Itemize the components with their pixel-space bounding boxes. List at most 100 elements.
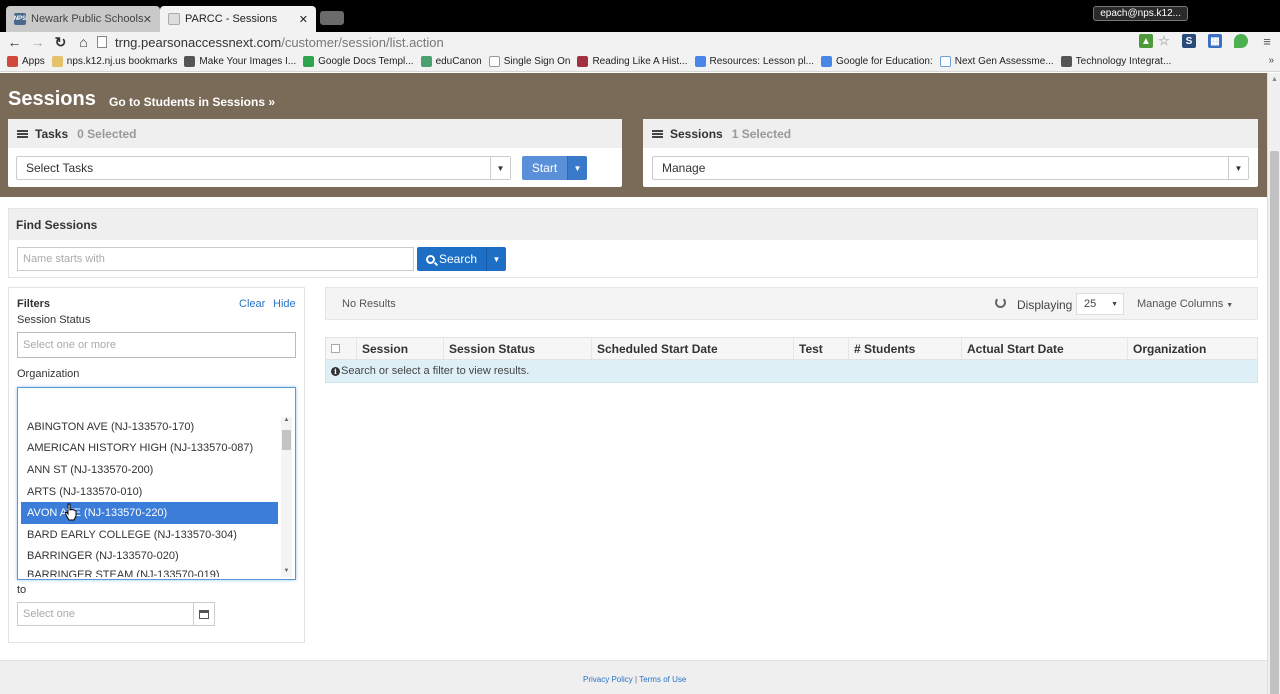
calendar-icon[interactable] bbox=[193, 603, 214, 625]
organization-option[interactable]: BARRINGER (NJ-133570-020) bbox=[21, 546, 278, 568]
organization-option[interactable]: ARTS (NJ-133570-010) bbox=[21, 481, 278, 503]
page-favicon-icon bbox=[168, 13, 180, 25]
close-tab-icon[interactable]: ✕ bbox=[299, 13, 308, 26]
column-test[interactable]: Test bbox=[794, 338, 849, 359]
manage-dropdown[interactable]: Manage ▼ bbox=[652, 156, 1249, 180]
browser-tab-newark[interactable]: NPS Newark Public Schools - N ✕ bbox=[6, 6, 160, 32]
search-button[interactable]: Search bbox=[417, 247, 486, 271]
bookmark-label: Technology Integrat... bbox=[1075, 56, 1172, 67]
panel-pointer bbox=[622, 124, 642, 131]
column-actual-start[interactable]: Actual Start Date bbox=[962, 338, 1128, 359]
address-bar[interactable]: trng.pearsonaccessnext.com/customer/sess… bbox=[97, 33, 1137, 51]
caret-down-icon: ▼ bbox=[490, 157, 510, 179]
bookmark-resources[interactable]: Resources: Lesson pl... bbox=[694, 56, 815, 67]
manage-columns-button[interactable]: Manage Columns ▼ bbox=[1137, 298, 1233, 310]
caret-down-icon: ▼ bbox=[1228, 157, 1248, 179]
date-placeholder: Select one bbox=[23, 608, 75, 620]
bookmark-google-education[interactable]: Google for Education: bbox=[821, 56, 933, 67]
browser-user-badge[interactable]: epach@nps.k12... bbox=[1093, 6, 1188, 21]
column-scheduled-start[interactable]: Scheduled Start Date bbox=[592, 338, 794, 359]
bookmark-make-images[interactable]: Make Your Images I... bbox=[184, 56, 296, 67]
bookmark-label: Next Gen Assessme... bbox=[954, 56, 1054, 67]
organization-scrollbar[interactable]: ▲ ▼ bbox=[281, 417, 292, 577]
bookmark-apps[interactable]: Apps bbox=[7, 56, 45, 67]
page-icon bbox=[97, 36, 107, 48]
refresh-icon[interactable] bbox=[995, 297, 1006, 308]
scroll-thumb[interactable] bbox=[282, 430, 291, 450]
page-scroll-thumb[interactable] bbox=[1270, 151, 1279, 694]
results-status: No Results bbox=[342, 298, 396, 310]
new-tab-button[interactable] bbox=[320, 11, 344, 25]
folder-icon bbox=[51, 56, 63, 67]
extension-calendar-icon[interactable]: ▦ bbox=[1208, 34, 1222, 48]
organization-label: Organization bbox=[17, 368, 80, 380]
scroll-down-icon[interactable]: ▼ bbox=[282, 568, 291, 577]
students-in-sessions-link[interactable]: Go to Students in Sessions » bbox=[109, 95, 275, 109]
bookmark-nps-folder[interactable]: nps.k12.nj.us bookmarks bbox=[51, 56, 177, 67]
scroll-up-icon[interactable]: ▲ bbox=[1271, 76, 1278, 83]
browser-tab-parcc[interactable]: PARCC - Sessions ✕ bbox=[160, 6, 316, 32]
organization-option[interactable]: ABINGTON AVE (NJ-133570-170) bbox=[21, 416, 278, 438]
select-all-checkbox[interactable] bbox=[331, 344, 340, 353]
close-tab-icon[interactable]: ✕ bbox=[143, 13, 152, 26]
session-name-input[interactable]: Name starts with bbox=[17, 247, 414, 271]
terms-of-use-link[interactable]: Terms of Use bbox=[639, 675, 686, 684]
caret-down-icon: ▼ bbox=[1226, 302, 1234, 309]
bookmarks-bar: Apps nps.k12.nj.us bookmarks Make Your I… bbox=[0, 52, 1280, 72]
displaying-label: Displaying bbox=[1017, 298, 1073, 312]
page-scrollbar[interactable]: ▲ bbox=[1267, 73, 1280, 694]
bookmarks-overflow-icon[interactable]: » bbox=[1268, 55, 1274, 66]
extension-leaf-icon[interactable] bbox=[1234, 34, 1248, 48]
search-caret-icon[interactable]: ▼ bbox=[486, 247, 506, 271]
bookmark-technology[interactable]: Technology Integrat... bbox=[1060, 56, 1172, 67]
info-message-row: i Search or select a filter to view resu… bbox=[325, 360, 1258, 383]
google-icon bbox=[821, 56, 832, 67]
h-icon bbox=[577, 56, 589, 67]
menu-icon[interactable]: ≡ bbox=[1260, 34, 1274, 49]
scroll-up-icon[interactable]: ▲ bbox=[282, 417, 291, 426]
page-title: Sessions bbox=[8, 88, 96, 110]
column-students[interactable]: # Students bbox=[849, 338, 962, 359]
tab-label: PARCC - Sessions bbox=[185, 13, 278, 25]
select-tasks-dropdown[interactable]: Select Tasks ▼ bbox=[16, 156, 511, 180]
tasks-panel-head: Tasks 0 Selected bbox=[8, 119, 622, 148]
bookmark-google-docs[interactable]: Google Docs Templ... bbox=[303, 56, 414, 67]
start-button-group: Start ▼ bbox=[522, 156, 587, 180]
home-icon[interactable]: ⌂ bbox=[72, 34, 95, 50]
drive-icon bbox=[303, 56, 315, 67]
bookmark-label: Resources: Lesson pl... bbox=[709, 56, 815, 67]
organization-select[interactable]: ABINGTON AVE (NJ-133570-170) AMERICAN HIS… bbox=[17, 387, 296, 580]
star-icon[interactable]: ☆ bbox=[1157, 33, 1171, 48]
reload-icon[interactable]: ↻ bbox=[49, 34, 72, 51]
filters-title: Filters bbox=[17, 298, 51, 310]
organization-option[interactable]: BARRINGER STEAM (NJ-133570-019) bbox=[21, 567, 278, 577]
page-size-select[interactable]: 25 ▼ bbox=[1076, 293, 1124, 315]
column-organization[interactable]: Organization bbox=[1128, 338, 1257, 359]
find-sessions-panel: Find Sessions Name starts with Search ▼ bbox=[8, 208, 1258, 278]
column-session[interactable]: Session bbox=[357, 338, 444, 359]
organization-option[interactable]: ANN ST (NJ-133570-200) bbox=[21, 459, 278, 481]
organization-option[interactable]: AMERICAN HISTORY HIGH (NJ-133570-087) bbox=[21, 438, 278, 460]
forward-arrow-icon[interactable]: → bbox=[26, 34, 49, 50]
footer-links: Privacy Policy | Terms of Use bbox=[583, 675, 686, 684]
date-to-label: to bbox=[17, 584, 27, 596]
bookmark-next-gen[interactable]: Next Gen Assessme... bbox=[939, 56, 1054, 67]
start-caret-icon[interactable]: ▼ bbox=[567, 156, 587, 180]
bookmark-educanon[interactable]: eduCanon bbox=[420, 56, 482, 67]
extension-image-icon[interactable]: ▲ bbox=[1139, 34, 1153, 48]
organization-option[interactable]: BARD EARLY COLLEGE (NJ-133570-304) bbox=[21, 524, 278, 546]
organization-option[interactable]: AVON AVE (NJ-133570-220) bbox=[21, 502, 278, 524]
hide-filters-link[interactable]: Hide bbox=[273, 298, 296, 310]
bookmark-single-sign-on[interactable]: Single Sign On bbox=[488, 56, 570, 67]
bookmark-reading-history[interactable]: Reading Like A Hist... bbox=[577, 56, 688, 67]
extension-s-icon[interactable]: S bbox=[1182, 34, 1196, 48]
date-to-input[interactable]: Select one bbox=[17, 602, 215, 626]
privacy-policy-link[interactable]: Privacy Policy bbox=[583, 675, 633, 684]
back-arrow-icon[interactable]: ← bbox=[3, 34, 26, 50]
column-session-status[interactable]: Session Status bbox=[444, 338, 592, 359]
start-button[interactable]: Start bbox=[522, 156, 567, 180]
sessions-panel-head: Sessions 1 Selected bbox=[643, 119, 1258, 148]
tasks-selected-count: 0 Selected bbox=[77, 126, 137, 141]
session-status-select[interactable]: Select one or more bbox=[17, 332, 296, 358]
clear-filters-link[interactable]: Clear bbox=[239, 298, 265, 310]
